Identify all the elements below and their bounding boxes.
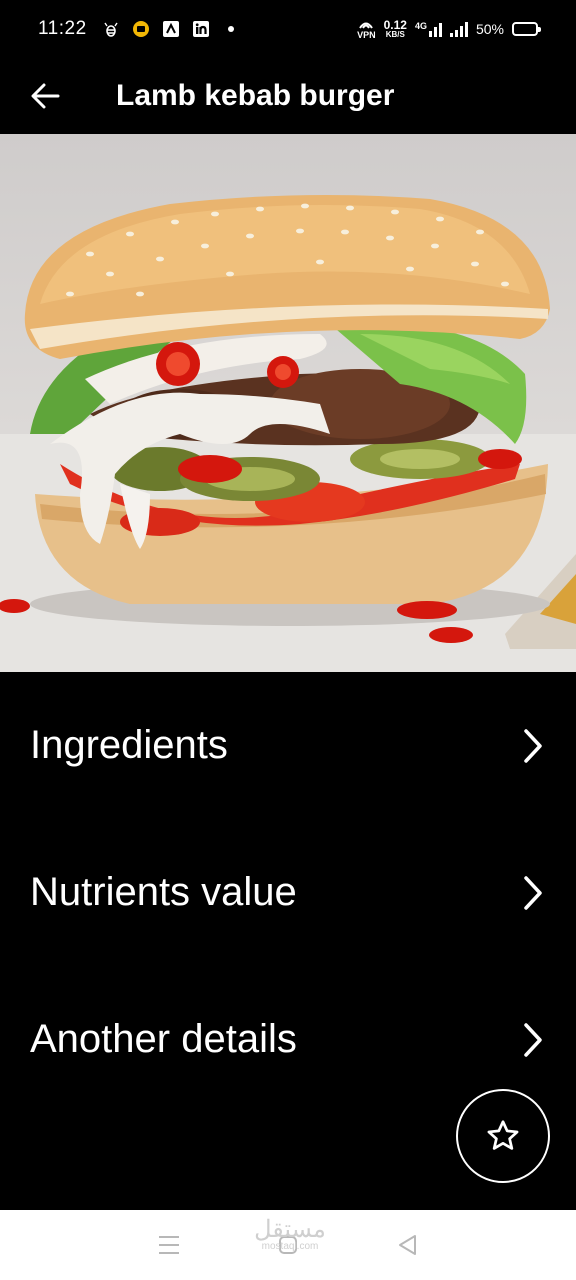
menu-item-label: Ingredients xyxy=(30,723,228,767)
watermark-text: مستقل xyxy=(254,1216,326,1243)
speed-unit: KB/S xyxy=(385,30,405,39)
menu-item-label: Nutrients value xyxy=(30,870,297,914)
network-type: 4G xyxy=(414,21,427,31)
vpn-icon xyxy=(359,22,374,29)
menu-item-nutrients[interactable]: Nutrients value xyxy=(0,819,576,966)
chevron-right-icon xyxy=(520,873,546,913)
signal-bars-icon xyxy=(428,21,442,37)
recents-button[interactable] xyxy=(149,1225,189,1265)
menu-lines-icon xyxy=(159,1236,180,1254)
signal-bars-2-icon xyxy=(449,21,468,37)
menu-item-label: Another details xyxy=(30,1017,297,1061)
signal-4g: 4G xyxy=(415,21,442,37)
linkedin-icon xyxy=(191,19,211,39)
chevron-right-icon xyxy=(520,726,546,766)
network-speed: 0.12 KB/S xyxy=(384,19,407,39)
back-nav-button[interactable] xyxy=(387,1225,427,1265)
battery-percent: 50% xyxy=(475,21,504,37)
app-bar: Lamb kebab burger xyxy=(0,58,576,134)
vpn-indicator: VPN xyxy=(357,19,376,40)
arrow-left-icon xyxy=(31,83,60,109)
favorite-button[interactable] xyxy=(456,1089,550,1183)
triangle-back-icon xyxy=(398,1235,416,1255)
status-bar: 11:22 VPN 0.12 KB/S 4G 50% xyxy=(0,0,576,58)
menu-item-ingredients[interactable]: Ingredients xyxy=(0,672,576,819)
notification-icons xyxy=(101,19,241,39)
back-button[interactable] xyxy=(0,58,90,134)
burger-illustration xyxy=(0,195,576,672)
bee-icon xyxy=(101,19,121,39)
dot-icon xyxy=(221,19,241,39)
vpn-label: VPN xyxy=(357,29,376,40)
watermark: مستقل mostaql.com xyxy=(252,1218,328,1252)
star-outline-icon xyxy=(487,1120,519,1150)
watermark-sub: mostaql.com xyxy=(261,1241,319,1252)
burger-image xyxy=(0,134,576,672)
page-title: Lamb kebab burger xyxy=(116,79,395,112)
app-icon xyxy=(161,19,181,39)
status-time: 11:22 xyxy=(38,18,87,39)
chevron-right-icon xyxy=(520,1020,546,1060)
details-menu: Ingredients Nutrients value Another deta… xyxy=(0,672,576,1113)
status-indicators: VPN 0.12 KB/S 4G 50% xyxy=(357,19,541,40)
battery-icon xyxy=(512,22,541,36)
circle-app-icon xyxy=(131,19,151,39)
